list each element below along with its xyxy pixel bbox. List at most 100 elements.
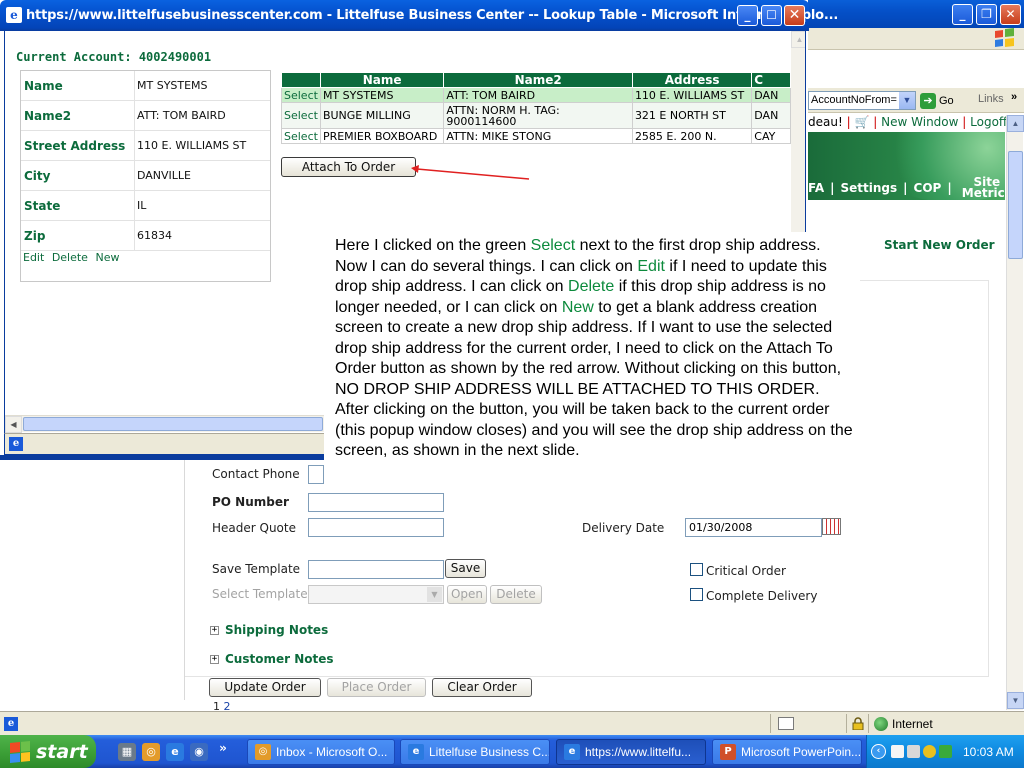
background-window-titlebar: _ ❐ ✕: [808, 0, 1024, 28]
address-cell: 2585 E. 200 N.: [631, 128, 753, 144]
popup-scroll-thumb[interactable]: [23, 417, 323, 431]
quicklaunch-icon[interactable]: ◉: [190, 743, 208, 761]
bg-minimize-button[interactable]: _: [952, 4, 973, 25]
new-window-link[interactable]: New Window: [881, 115, 958, 129]
windows-flag-icon: [10, 740, 30, 763]
mail-tray-icon[interactable]: [891, 745, 904, 758]
background-vertical-scrollbar[interactable]: ▲ ▼: [1006, 115, 1024, 710]
tray-expand-icon[interactable]: ‹: [871, 744, 886, 759]
update-order-button[interactable]: Update Order: [209, 678, 321, 697]
expand-shipping-notes-icon[interactable]: +: [210, 626, 219, 635]
current-account-label: Current Account: 4002490001: [16, 50, 212, 64]
header-quote-label: Header Quote: [212, 521, 296, 535]
select-link[interactable]: Select: [284, 89, 318, 102]
scroll-left-icon[interactable]: ◀: [5, 416, 22, 433]
maximize-button[interactable]: ☐: [761, 5, 782, 26]
tray-icon[interactable]: [939, 745, 952, 758]
name2-column-header[interactable]: Name2: [443, 72, 633, 88]
scroll-thumb[interactable]: [1008, 151, 1023, 259]
delete-link[interactable]: Delete: [52, 251, 88, 264]
nav-settings[interactable]: Settings: [841, 181, 898, 195]
table-row: Select MT SYSTEMS ATT: TOM BAIRD 110 E. …: [281, 87, 791, 103]
city-cell: DAN: [751, 87, 791, 103]
city-cell: CAY: [751, 128, 791, 144]
contact-phone-input[interactable]: [308, 465, 324, 484]
save-template-input[interactable]: [308, 560, 444, 579]
delivery-date-input[interactable]: 01/30/2008: [685, 518, 822, 537]
outlook-icon[interactable]: ◎: [142, 743, 160, 761]
name-cell: PREMIER BOXBOARD: [319, 128, 445, 144]
table-row: Select BUNGE MILLING ATTN: NORM H. TAG: …: [281, 102, 791, 129]
new-link[interactable]: New: [95, 251, 119, 264]
lookup-table: Name Name2 Address C Select MT SYSTEMS A…: [281, 72, 791, 144]
detail-row: Zip 61834: [21, 221, 270, 251]
go-button[interactable]: ➔ Go: [920, 91, 970, 110]
task-inbox[interactable]: ◎ Inbox - Microsoft O...: [247, 739, 395, 765]
background-nav: FA | Settings | COP | Site Metrics: [808, 175, 1012, 200]
select-link[interactable]: Select: [284, 109, 318, 122]
bg-maximize-button[interactable]: ❐: [976, 4, 997, 25]
customer-notes-link[interactable]: Customer Notes: [225, 652, 334, 666]
network-tray-icon[interactable]: [907, 745, 920, 758]
status-pane-icon: [778, 717, 794, 730]
start-button[interactable]: start: [0, 735, 96, 768]
outlook-icon: ◎: [255, 744, 271, 760]
links-label[interactable]: Links: [978, 93, 1004, 105]
select-template-dropdown[interactable]: ▼: [308, 585, 444, 604]
place-order-button[interactable]: Place Order: [327, 678, 426, 697]
nav-cop[interactable]: COP: [914, 181, 942, 195]
name2-cell: ATTN: NORM H. TAG: 9000114600: [443, 102, 633, 129]
clear-order-button[interactable]: Clear Order: [432, 678, 532, 697]
shipping-notes-link[interactable]: Shipping Notes: [225, 623, 328, 637]
ie-icon[interactable]: e: [166, 743, 184, 761]
address-column-header[interactable]: Address: [631, 72, 753, 88]
nav-fa[interactable]: FA: [808, 181, 824, 195]
calendar-icon[interactable]: [822, 518, 841, 535]
edit-link[interactable]: Edit: [23, 251, 44, 264]
open-template-button[interactable]: Open: [447, 585, 487, 604]
callout-text: Here I clicked on the green Select next …: [335, 237, 853, 459]
cart-icon[interactable]: 🛒: [854, 115, 869, 129]
task-littelfuse[interactable]: e Littelfuse Business C...: [400, 739, 550, 765]
expand-customer-notes-icon[interactable]: +: [210, 655, 219, 664]
task-littelfuse-popup[interactable]: e https://www.littelfu...: [556, 739, 706, 765]
browser-status-bar: e Internet: [0, 711, 1024, 735]
popup-scroll-up-icon[interactable]: ▲: [791, 31, 805, 48]
popup-titlebar[interactable]: e https://www.littelfusebusinesscenter.c…: [0, 0, 838, 31]
update-tray-icon[interactable]: [923, 745, 936, 758]
table-row: Select PREMIER BOXBOARD ATTN: MIKE STONG…: [281, 128, 791, 144]
scroll-up-icon[interactable]: ▲: [1007, 115, 1024, 132]
callout-delete-word: Delete: [568, 278, 615, 295]
header-quote-input[interactable]: [308, 518, 444, 537]
logoff-link[interactable]: Logoff: [970, 115, 1007, 129]
select-column-header: [281, 72, 321, 88]
save-template-button[interactable]: Save: [445, 559, 486, 578]
minimize-button[interactable]: _: [737, 5, 758, 26]
critical-order-checkbox[interactable]: [690, 563, 703, 576]
task-powerpoint[interactable]: P Microsoft PowerPoin...: [712, 739, 862, 765]
delete-template-button[interactable]: Delete: [490, 585, 542, 604]
start-new-order-link[interactable]: Start New Order: [884, 238, 995, 252]
attach-to-order-button[interactable]: Attach To Order: [281, 157, 416, 177]
select-link[interactable]: Select: [284, 130, 318, 143]
bg-close-button[interactable]: ✕: [1000, 4, 1021, 25]
po-number-input[interactable]: [308, 493, 444, 512]
go-arrow-icon: ➔: [920, 92, 936, 109]
select-template-label: Select Template: [212, 587, 308, 601]
complete-delivery-label: Complete Delivery: [706, 589, 818, 603]
address-dropdown-icon[interactable]: ▼: [899, 92, 915, 109]
city-column-header[interactable]: C: [751, 72, 791, 88]
nav-site-metrics[interactable]: Site Metrics: [962, 176, 1012, 199]
complete-delivery-checkbox[interactable]: [690, 588, 703, 601]
ie-page-icon: e: [6, 7, 22, 23]
scroll-down-icon[interactable]: ▼: [1007, 692, 1024, 709]
chevron-down-icon: ▼: [427, 587, 442, 602]
city-cell: DAN: [751, 102, 791, 129]
show-desktop-icon[interactable]: ▦: [118, 743, 136, 761]
top-link-fragment: deau!: [808, 115, 843, 129]
links-chevron-icon[interactable]: »: [1011, 91, 1017, 103]
address-input[interactable]: AccountNoFrom= ▼: [808, 91, 916, 110]
name-column-header[interactable]: Name: [319, 72, 445, 88]
quicklaunch-chevron-icon[interactable]: »: [214, 739, 232, 757]
close-button[interactable]: ✕: [784, 5, 805, 26]
